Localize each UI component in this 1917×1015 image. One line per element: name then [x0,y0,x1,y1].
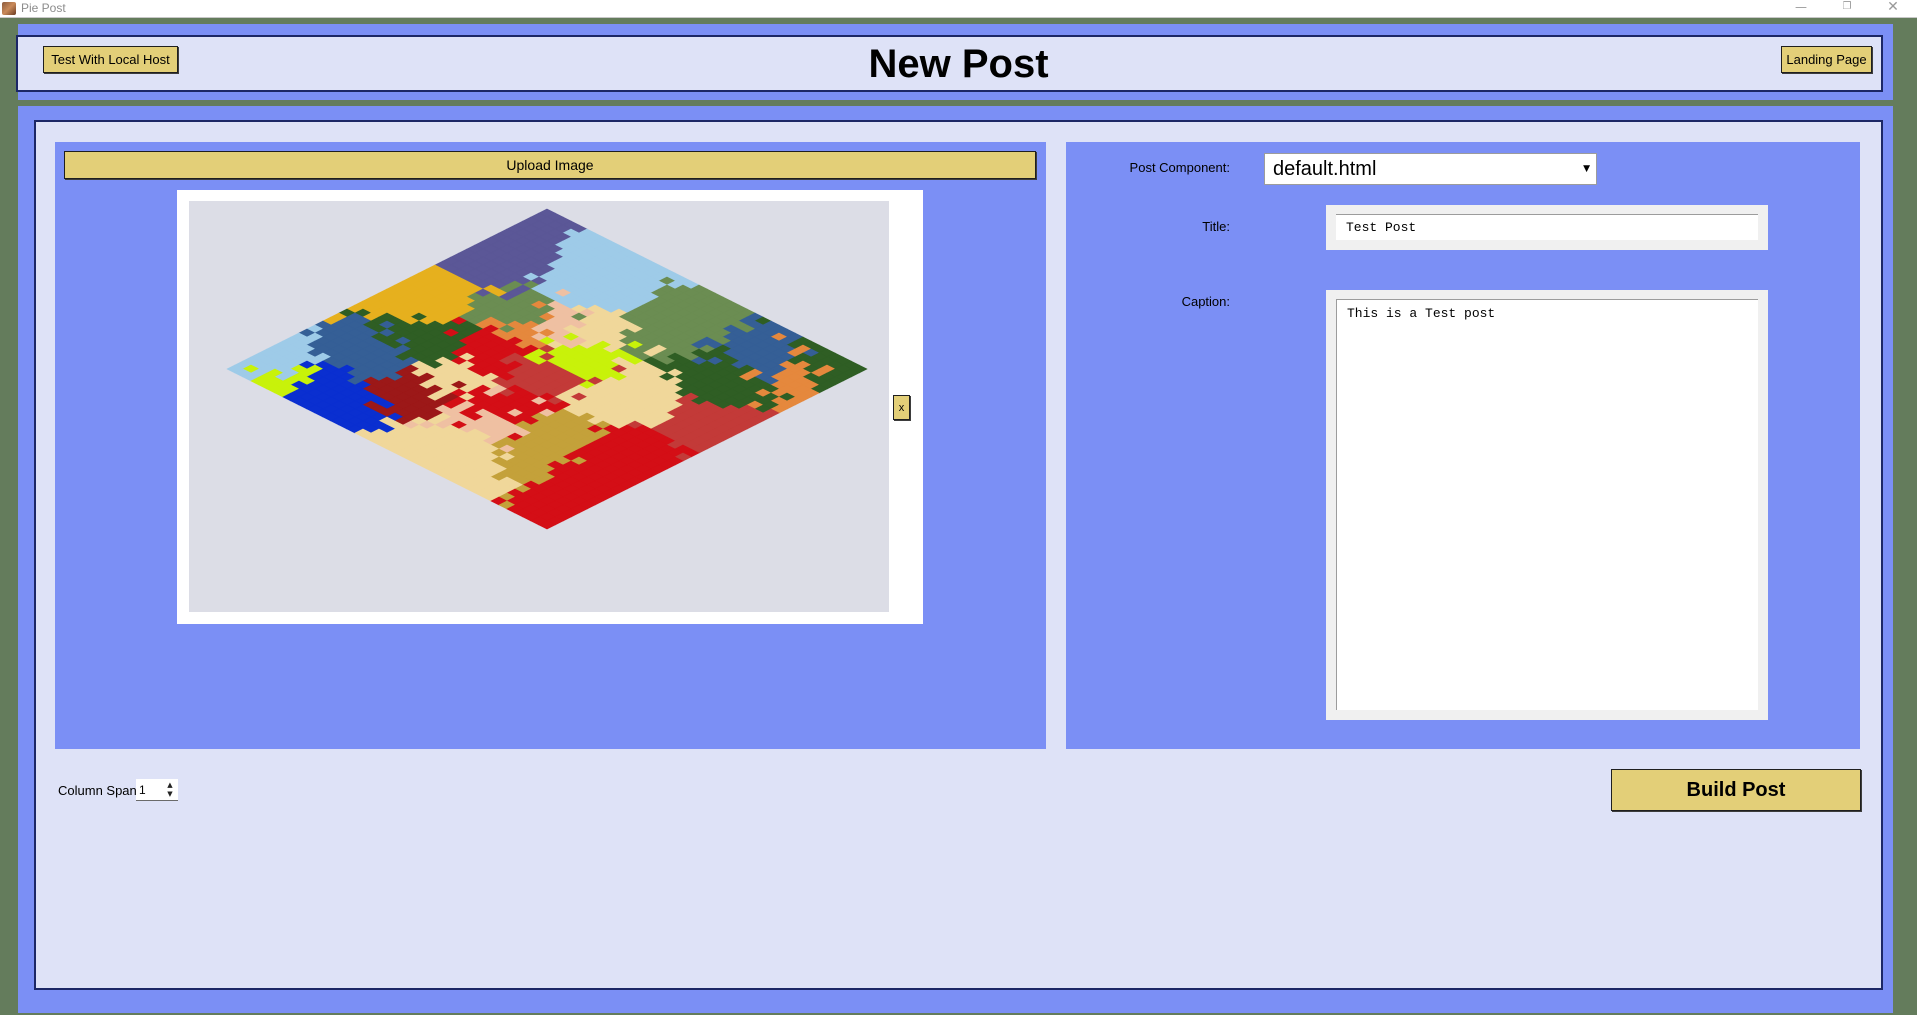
window-titlebar: Pie Post — ❐ ✕ [0,0,1917,18]
close-icon[interactable]: ✕ [1870,0,1916,18]
build-post-button[interactable]: Build Post [1611,769,1861,811]
caption-label: Caption: [1181,294,1230,309]
column-span-spinner[interactable]: ▲ ▼ [164,781,176,799]
landing-page-button[interactable]: Landing Page [1781,46,1872,73]
image-preview [189,201,889,612]
spinner-down-icon[interactable]: ▼ [164,790,176,799]
title-input[interactable] [1336,214,1758,240]
post-component-select[interactable]: default.html ▼ [1264,153,1597,185]
post-component-label: Post Component: [1129,160,1230,175]
remove-image-button[interactable]: x [893,395,910,420]
maximize-icon[interactable]: ❐ [1824,0,1870,18]
map-tiles [226,208,868,530]
spinner-up-icon[interactable]: ▲ [164,781,176,790]
chevron-down-icon: ▼ [1583,164,1590,174]
window-title: Pie Post [21,1,66,15]
minimize-icon[interactable]: — [1778,0,1824,18]
caption-textarea[interactable]: This is a Test post [1336,299,1758,710]
upload-image-button[interactable]: Upload Image [64,151,1036,179]
post-component-value: default.html [1273,158,1377,180]
app-icon [2,2,16,15]
isometric-map-image [226,208,868,530]
title-label: Title: [1202,219,1230,234]
column-span-label: Column Span: [58,783,141,798]
page-title: New Post [868,42,1049,86]
